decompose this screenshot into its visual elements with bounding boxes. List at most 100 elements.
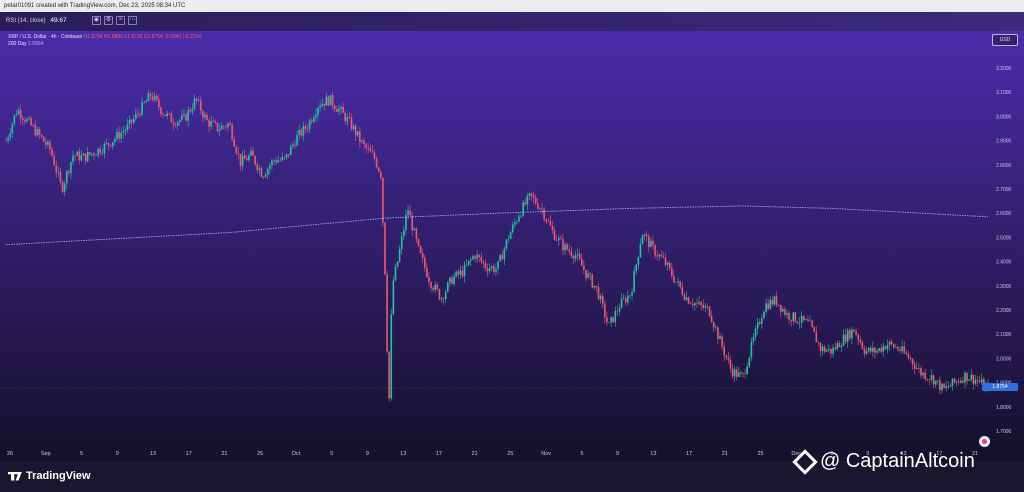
x-tick-label: 5 [330, 451, 333, 457]
candle-body [964, 372, 966, 383]
eye-icon[interactable]: ◉ [92, 16, 101, 25]
candle-body [68, 171, 70, 174]
candle-body [493, 266, 495, 272]
candle-body [239, 153, 242, 166]
candle-body [392, 280, 395, 315]
candle-body [825, 350, 828, 352]
candle-body [639, 244, 642, 258]
price-chart[interactable]: 3.2000 3.1000 3.0000 2.9000 2.8000 2.7000 2.60… [0, 31, 1024, 461]
sma-value: 2.5864 [28, 41, 44, 47]
candle-body [821, 346, 824, 351]
candle-body [576, 253, 579, 256]
candle-body [176, 121, 179, 126]
candle-body [767, 303, 769, 309]
candle-body [5, 140, 7, 142]
candle-body [373, 152, 376, 159]
candle-body [434, 284, 437, 290]
candle-body [495, 268, 497, 272]
candle-body [645, 234, 648, 237]
candle-body [876, 350, 878, 353]
candle-body [884, 346, 887, 350]
candle-body [446, 282, 449, 292]
candle-body [285, 154, 288, 158]
candle-body [336, 109, 338, 112]
candle-body [752, 336, 755, 342]
candle-body [97, 148, 99, 156]
candle-body [717, 327, 719, 340]
candle-body [65, 171, 68, 184]
candle-body [516, 221, 518, 223]
candle-body [966, 372, 968, 381]
binance-style-logo-icon [792, 448, 818, 475]
candle-body [746, 366, 749, 374]
candle-body [107, 143, 110, 146]
candle-body [878, 348, 880, 351]
candle-body [7, 137, 9, 141]
candle-body [467, 260, 470, 265]
candle-body [560, 237, 562, 239]
candle-body [105, 143, 108, 144]
candle-body [388, 351, 390, 399]
candle-body [616, 310, 619, 312]
candle-body [874, 347, 876, 353]
candle-body [325, 96, 328, 106]
candle-body [93, 153, 95, 156]
candle-body [189, 110, 192, 112]
candle-body [281, 156, 284, 160]
candle-body [442, 298, 445, 300]
candle-body [844, 334, 847, 342]
candle-body [147, 93, 150, 102]
candle-body [15, 113, 18, 116]
candle-body [42, 136, 45, 142]
candle-body [137, 113, 139, 114]
candle-body [539, 208, 541, 209]
candle-body [455, 271, 457, 277]
candle-body [384, 222, 386, 275]
candle-body [694, 303, 696, 306]
candle-body [901, 346, 903, 352]
candle-body [859, 339, 862, 343]
candle-body [520, 215, 522, 217]
candle-body [681, 287, 684, 295]
currency-button[interactable]: USD [992, 34, 1018, 46]
candle-body [530, 193, 533, 196]
candle-body [838, 343, 841, 348]
candle-body [413, 228, 416, 231]
settings-icon[interactable]: ⚙ [104, 16, 113, 25]
candle-body [266, 168, 269, 175]
candle-body [580, 258, 583, 266]
candle-body [53, 155, 55, 166]
candle-body [250, 150, 252, 156]
candle-body [449, 277, 451, 283]
candle-body [570, 251, 573, 256]
candle-body [315, 114, 317, 118]
candle-body [842, 334, 845, 346]
candle-body [553, 230, 556, 241]
candle-body [865, 351, 868, 354]
y-tick-label: 2.5000 [996, 235, 1012, 241]
close-icon[interactable]: × [116, 16, 125, 25]
candle-body [36, 129, 39, 136]
candle-body [409, 210, 411, 216]
candle-body [624, 298, 627, 303]
more-icon[interactable]: ⋯ [128, 16, 137, 25]
y-tick-label: 2.7000 [996, 187, 1012, 193]
rsi-pane[interactable]: RSI (14, close) 49.67 ◉ ⚙ × ⋯ [0, 12, 1024, 32]
candle-body [199, 100, 202, 112]
candle-body [195, 98, 198, 101]
candle-body [959, 380, 962, 383]
candle-body [918, 367, 920, 369]
candle-body [507, 238, 510, 240]
alert-icon[interactable] [979, 436, 990, 447]
candle-body [49, 141, 51, 150]
x-tick-label: 5 [580, 451, 583, 457]
candle-body [269, 165, 271, 169]
candle-body [59, 171, 62, 182]
candle-body [225, 126, 227, 128]
candle-body [365, 144, 367, 149]
candle-body [587, 273, 589, 278]
candle-body [641, 235, 644, 245]
candle-body [715, 327, 717, 328]
candle-body [926, 379, 929, 380]
y-tick-label: 2.0000 [996, 356, 1012, 362]
